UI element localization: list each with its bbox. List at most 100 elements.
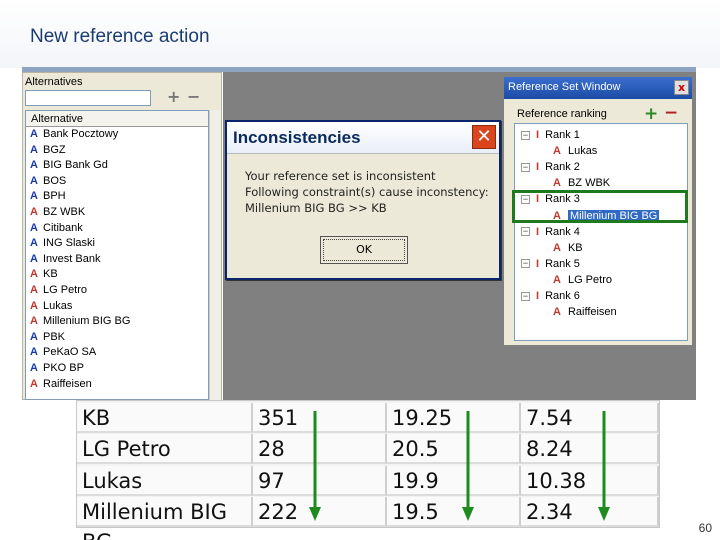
reference-window-close-icon[interactable]: x [674,80,689,95]
alternative-list-item[interactable]: A BZ WBK [26,205,208,221]
alternative-marker-icon: A [553,241,561,254]
table-row: KB 351 19.25 7.54 [77,403,661,434]
alternative-list-item[interactable]: A Invest Bank [26,252,208,268]
tree-alternative-node[interactable]: A KB [553,240,583,256]
alternative-marker-icon: A [30,252,38,265]
alternatives-scrollbar[interactable] [209,110,221,400]
tree-rank-node[interactable]: − I Rank 2 [521,159,580,175]
table-cell: 7.54 [521,403,659,433]
alternative-list-item[interactable]: A PBK [26,330,208,346]
table-cell: 2.34 [521,496,659,527]
alternatives-rows: A Bank Pocztowy A BGZ A BIG Bank Gd A BOS A BPH A B… [26,127,208,392]
rank-marker-icon: I [536,290,540,302]
alternative-label: BOS [43,174,67,187]
alternative-list-item[interactable]: A BPH [26,189,208,205]
reference-window-titlebar: Reference Set Window x [504,77,692,99]
collapse-toggle-icon[interactable]: − [521,259,530,269]
tree-rank-node[interactable]: − I Rank 6 [521,288,580,304]
dialog-ok-button[interactable]: OK [320,236,408,264]
alternative-label: PKO BP [43,361,84,374]
alternative-label: Lukas [43,299,73,312]
alternative-list-item[interactable]: A Millenium BIG BG [26,314,208,330]
rank-label: Rank 4 [545,225,580,238]
alternative-list-item[interactable]: A BOS [26,174,208,190]
alternative-list-item[interactable]: A LG Petro [26,283,208,299]
alternative-marker-icon: A [30,330,38,343]
alternative-marker-icon: A [553,145,561,158]
rank-label: Rank 5 [545,257,580,270]
tree-rank-node[interactable]: − I Rank 5 [521,256,580,272]
alternative-label: Citibank [43,221,83,234]
table-cell: 19.25 [387,403,521,433]
tree-alternative-node[interactable]: A LG Petro [553,272,612,288]
alternative-list-item[interactable]: A BIG Bank Gd [26,158,208,174]
alternative-marker-icon: A [553,306,561,319]
down-arrow-icon [309,411,321,521]
alternative-label: LG Petro [43,283,88,296]
alternative-marker-icon: A [30,283,38,296]
alternative-list-item[interactable]: A Citibank [26,221,208,237]
slide-title: New reference action [30,26,210,47]
alternative-label: Raiffeisen [43,377,92,390]
collapse-toggle-icon[interactable]: − [521,162,530,172]
alternative-list-item[interactable]: A Bank Pocztowy [26,127,208,143]
alternative-list-item[interactable]: A Raiffeisen [26,377,208,393]
table-cell: 20.5 [387,434,521,465]
alternative-list-item[interactable]: A KB [26,267,208,283]
alternatives-list: Alternative A Bank Pocztowy A BGZ A BIG Bank … [25,110,209,400]
alternative-label: PeKaO SA [43,346,97,359]
alternative-marker-icon: A [30,237,38,250]
alternative-label: ING Slaski [43,237,95,250]
rank-label: Rank 6 [545,290,580,302]
rank-marker-icon: I [536,161,540,174]
reference-ranking-heading: Reference ranking [517,108,607,120]
collapse-toggle-icon[interactable]: − [521,291,530,301]
alternative-list-item[interactable]: A PeKaO SA [26,345,208,361]
remove-rank-button[interactable]: − [664,103,678,123]
alternative-column-header[interactable]: Alternative [26,111,208,127]
rank-marker-icon: I [536,129,540,141]
table-cell: LG Petro [77,434,253,465]
alternatives-search-input[interactable] [25,90,151,106]
tree-rank-node[interactable]: − I Rank 1 [521,127,580,143]
tree-alternative-label: LG Petro [567,273,612,286]
table-cell: Millenium BIG BG [77,496,253,540]
tree-alternative-node[interactable]: A BZ WBK [553,175,610,191]
rank-label: Rank 2 [545,161,580,174]
remove-alternative-button[interactable]: − [187,87,200,106]
add-rank-button[interactable]: + [644,104,658,124]
rank-marker-icon: I [536,257,540,270]
alternative-label: PBK [43,330,66,343]
inconsistencies-dialog: Inconsistencies ✕ Your reference set is … [225,120,501,280]
alternative-list-item[interactable]: A Lukas [26,299,208,315]
alternative-marker-icon: A [553,273,561,286]
down-arrow-icon [462,411,474,521]
dialog-close-icon[interactable]: ✕ [472,125,496,149]
tree-alternative-node[interactable]: A Raiffeisen [553,304,617,320]
collapse-toggle-icon[interactable]: − [521,130,530,140]
alternative-list-item[interactable]: A PKO BP [26,361,208,377]
alternative-label: BGZ [43,143,66,156]
reference-window-title: Reference Set Window [508,81,621,93]
alternative-marker-icon: A [30,159,38,172]
down-arrow-icon [598,411,610,521]
tree-alternative-label: KB [567,241,583,254]
alternative-label: BPH [43,190,66,203]
tree-rank-node[interactable]: − I Rank 4 [521,224,580,240]
tree-alternative-label: Lukas [567,145,598,158]
dialog-titlebar: Inconsistencies ✕ [227,122,499,154]
rank-label: Rank 1 [545,129,580,141]
alternative-label: Bank Pocztowy [43,128,119,140]
reference-ranking-tree: − I Rank 1 A Lukas − I Rank 2 A BZ WBK − I Rank 3 A Mi… [514,123,688,341]
data-table: KB 351 19.25 7.54 LG Petro 28 20.5 8.24 Lukas 97 1… [76,400,661,540]
alternative-label: Invest Bank [43,252,101,265]
collapse-toggle-icon[interactable]: − [521,227,530,237]
alternatives-panel: Alternatives + − Alternative A Bank Poczt… [22,72,222,400]
alternative-marker-icon: A [30,190,38,203]
add-alternative-button[interactable]: + [167,87,180,106]
table-cell: 19.9 [387,465,521,496]
alternative-list-item[interactable]: A ING Slaski [26,236,208,252]
alternative-list-item[interactable]: A BGZ [26,143,208,159]
alternative-label: BZ WBK [43,205,86,218]
tree-alternative-node[interactable]: A Lukas [553,143,597,159]
